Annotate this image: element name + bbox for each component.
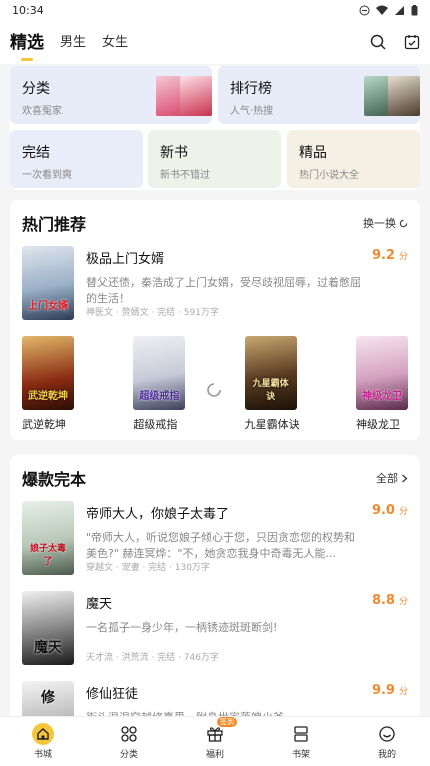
book-score: 9.9 分	[371, 683, 408, 698]
nav-welfare[interactable]: 签到 福利	[185, 717, 245, 760]
nav-label: 我的	[377, 750, 396, 760]
grid-book-item[interactable]: 九星霸体诀 九星霸体诀	[244, 336, 300, 432]
cover-title: 修	[41, 690, 55, 706]
complete-books-section: 爆款完本 全部 娘子太毒了 帝师大人，你娘子太毒了 "帝师大人，听说您娘子倾心于…	[10, 455, 420, 725]
book-cover: 神级龙卫	[355, 336, 408, 410]
nav-category[interactable]: 分类	[99, 723, 159, 760]
new-books-entry[interactable]: 新书 新书不错过	[148, 130, 281, 188]
battery-icon	[411, 4, 418, 15]
book-title: 帝师大人，你娘子太毒了	[86, 507, 230, 522]
status-icons	[359, 4, 418, 16]
view-all-button[interactable]: 全部	[376, 470, 408, 486]
refresh-icon	[399, 219, 408, 227]
view-all-label: 全部	[376, 472, 398, 485]
premium-entry-subtitle: 热门小说大全	[299, 170, 359, 181]
complete-book-item[interactable]: 魔天 魔天 一名孤子一身少年，一柄锈迹斑斑断剑! 天才流 · 洪荒流 · 完结 …	[10, 591, 420, 665]
grid-book-item[interactable]: 超级戒指 超级戒指	[133, 336, 186, 432]
nav-label: 福利	[205, 750, 224, 760]
nav-label: 书架	[291, 750, 310, 760]
category-cover-image-2	[180, 76, 212, 116]
new-books-entry-title: 新书	[160, 145, 188, 161]
hot-recommend-section: 热门推荐 换一换 上门女婿 极品上门女婿 替父还债，秦浩成了上门女婿，受尽歧视屈…	[10, 200, 420, 440]
completed-entry[interactable]: 完结 一次看到爽	[10, 130, 143, 188]
book-title: 修仙狂徒	[86, 687, 139, 702]
completed-entry-title: 完结	[22, 145, 50, 161]
cover-title: 魔天	[34, 640, 62, 656]
cover-title: 上门女婿	[28, 301, 68, 312]
top-tab-bar: 精选 男生 女生	[0, 20, 430, 64]
tab-featured[interactable]: 精选	[10, 28, 44, 57]
book-cover: 九星霸体诀	[244, 336, 297, 410]
home-icon	[32, 723, 54, 745]
quick-entry-panel: 分类 欢喜冤家 排行榜 人气·热搜 完结 一次看到爽 新书 新书不错过 精品 热…	[10, 66, 420, 190]
book-name: 神级龙卫	[355, 418, 400, 431]
cover-title: 超级戒指	[139, 391, 180, 402]
featured-book[interactable]: 上门女婿 极品上门女婿 替父还债，秦浩成了上门女婿，受尽歧视屈辱，过着憋屈的生活…	[10, 246, 420, 320]
minus-circle-icon	[359, 5, 370, 15]
loading-spinner-icon	[207, 383, 221, 397]
ranking-entry[interactable]: 排行榜 人气·热搜	[218, 66, 420, 124]
grid-book-item[interactable]: 神级龙卫 神级龙卫	[355, 336, 408, 432]
chevron-right-icon	[402, 474, 408, 482]
nav-bookstore[interactable]: 书城	[13, 723, 73, 760]
refresh-button[interactable]: 换一换	[363, 215, 408, 231]
grid-icon	[118, 723, 140, 745]
nav-bookshelf[interactable]: 书架	[271, 723, 331, 760]
nav-profile[interactable]: 我的	[357, 723, 417, 760]
book-description: 一名孤子一身少年，一柄锈迹斑斑断剑!	[86, 621, 278, 634]
nav-label: 分类	[119, 750, 138, 760]
status-bar: 10:34	[0, 0, 430, 20]
book-description: 替父还债，秦浩成了上门女婿，受尽歧视屈辱，过着憋屈的生活！	[86, 276, 361, 305]
book-meta: 天才流 · 洪荒流 · 完结 · 746万字	[86, 653, 219, 663]
signal-icon	[395, 5, 404, 15]
book-name: 超级戒指	[133, 418, 178, 431]
cover-title: 神级龙卫	[361, 391, 402, 402]
grid-book-item[interactable]: 武逆乾坤 武逆乾坤	[22, 336, 74, 432]
premium-entry[interactable]: 精品 热门小说大全	[287, 130, 420, 188]
checkin-icon[interactable]	[404, 34, 420, 50]
book-name: 武逆乾坤	[22, 418, 66, 431]
book-title: 极品上门女婿	[86, 252, 165, 267]
book-meta: 穿越文 · 宠妻 · 完结 · 130万字	[86, 563, 210, 573]
wifi-icon	[376, 5, 388, 15]
completed-entry-subtitle: 一次看到爽	[22, 170, 72, 181]
book-description: "帝师大人，听说您娘子倾心于您，只因贪恋您的权势和美色?" 赫连冥烨："不，她贪…	[86, 531, 356, 560]
refresh-label: 换一换	[363, 217, 396, 230]
cover-title: 娘子太毒了	[29, 544, 66, 567]
search-icon[interactable]	[370, 34, 386, 50]
category-entry[interactable]: 分类 欢喜冤家	[10, 66, 212, 124]
book-cover: 上门女婿	[22, 246, 74, 320]
nav-label: 书城	[33, 750, 52, 760]
tab-female[interactable]: 女生	[102, 31, 128, 54]
book-score: 9.2 分	[371, 248, 408, 263]
cover-title: 九星霸体诀	[252, 379, 289, 402]
bottom-navigation: 书城 分类 签到 福利 书架 我的	[0, 716, 430, 766]
book-meta: 神医文 · 赘婿文 · 完结 · 591万字	[86, 308, 219, 318]
complete-book-item[interactable]: 娘子太毒了 帝师大人，你娘子太毒了 "帝师大人，听说您娘子倾心于您，只因贪恋您的…	[10, 501, 420, 575]
premium-entry-title: 精品	[299, 145, 327, 161]
book-cover: 武逆乾坤	[22, 336, 74, 410]
book-score: 9.0 分	[371, 503, 408, 518]
bookshelf-icon	[290, 723, 312, 745]
profile-icon	[376, 723, 398, 745]
hot-section-title: 热门推荐	[22, 215, 87, 234]
checkin-badge: 签到	[217, 717, 237, 727]
book-name: 九星霸体诀	[244, 418, 300, 431]
new-books-entry-subtitle: 新书不错过	[160, 170, 210, 181]
book-title: 魔天	[86, 597, 113, 612]
tab-male[interactable]: 男生	[60, 31, 86, 54]
book-cover: 娘子太毒了	[22, 501, 74, 575]
status-time: 10:34	[12, 3, 44, 17]
ranking-cover-image-2	[388, 76, 420, 116]
cover-title: 武逆乾坤	[28, 391, 68, 402]
book-cover: 超级戒指	[133, 336, 186, 410]
complete-section-title: 爆款完本	[22, 470, 87, 489]
book-cover: 魔天	[22, 591, 74, 665]
book-score: 8.8 分	[371, 593, 408, 608]
